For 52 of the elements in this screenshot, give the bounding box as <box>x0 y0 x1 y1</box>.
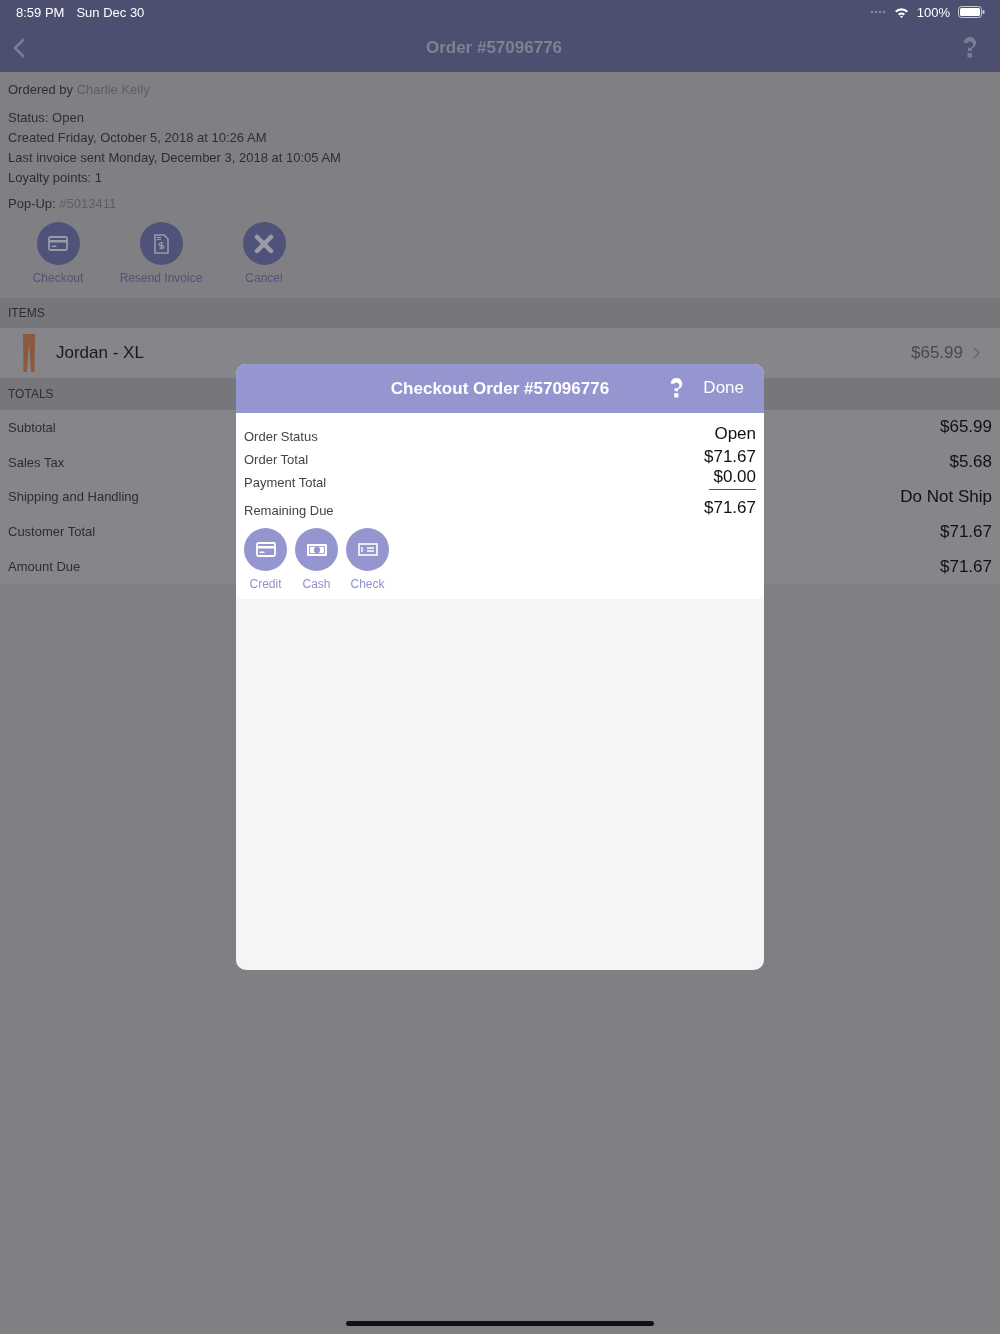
order-info-line: Status: Open <box>8 109 85 127</box>
signal-icon <box>869 10 886 14</box>
item-price: $65.99 <box>911 343 963 363</box>
banknote-icon <box>306 543 327 556</box>
total-label: Amount Due <box>8 559 81 575</box>
battery-icon <box>958 6 985 18</box>
item-name: Jordan - XL <box>56 343 144 363</box>
help-icon[interactable] <box>962 37 978 59</box>
invoice-icon <box>153 233 169 254</box>
order-info-line: Created Friday, October 5, 2018 at 10:26 AM <box>8 129 268 147</box>
total-label: Subtotal <box>8 419 56 435</box>
total-value: $5.68 <box>949 452 992 473</box>
chevron-icon <box>973 347 980 359</box>
help-icon[interactable] <box>669 378 684 399</box>
dialog-title: Checkout Order #57096776 <box>390 378 610 399</box>
order-info-line: Last invoice sent Monday, December 3, 2018 at 10:05 AM <box>8 149 342 167</box>
total-value: $71.67 <box>940 556 992 577</box>
total-value: Do Not Ship <box>900 487 992 507</box>
summary-value: Open <box>714 424 756 444</box>
summary-value: $71.67 <box>704 498 756 518</box>
summary-label: Remaining Due <box>244 503 334 518</box>
summary-label: Payment Total <box>244 475 327 490</box>
close-icon <box>254 233 274 254</box>
total-label: Shipping and Handling <box>8 489 139 505</box>
credit-card-icon <box>48 236 68 251</box>
summary-label: Order Total <box>244 452 309 467</box>
payment-method-label[interactable]: Cash <box>302 577 331 591</box>
pants-icon <box>22 334 36 372</box>
items-header: ITEMS <box>0 298 1000 328</box>
status-time: 8:59 PM <box>16 4 65 20</box>
summary-value: $0.00 <box>709 467 756 490</box>
total-value: $65.99 <box>940 417 992 438</box>
summary-value: $71.67 <box>704 447 756 467</box>
total-label: Sales Tax <box>8 454 65 470</box>
invoice-button[interactable] <box>139 222 183 265</box>
cash-button[interactable] <box>295 528 338 571</box>
cancel-button[interactable] <box>242 222 286 265</box>
payment-method-label[interactable]: Credit <box>249 577 282 591</box>
back-icon[interactable] <box>12 37 26 59</box>
battery-percent: 100% <box>916 4 950 20</box>
credit-card-button[interactable] <box>244 528 287 571</box>
cheque-icon <box>357 543 378 556</box>
card-button[interactable] <box>36 222 80 265</box>
check-button[interactable] <box>346 528 389 571</box>
payment-method-label[interactable]: Check <box>350 577 385 591</box>
credit-card-icon <box>255 542 276 557</box>
total-value: $71.67 <box>940 521 992 542</box>
total-label: Customer Total <box>8 524 96 540</box>
summary-label: Order Status <box>244 429 318 444</box>
status-date: Sun Dec 30 <box>76 4 145 20</box>
wifi-icon <box>893 6 909 18</box>
order-info-line: Loyalty points: 1 <box>8 169 103 187</box>
